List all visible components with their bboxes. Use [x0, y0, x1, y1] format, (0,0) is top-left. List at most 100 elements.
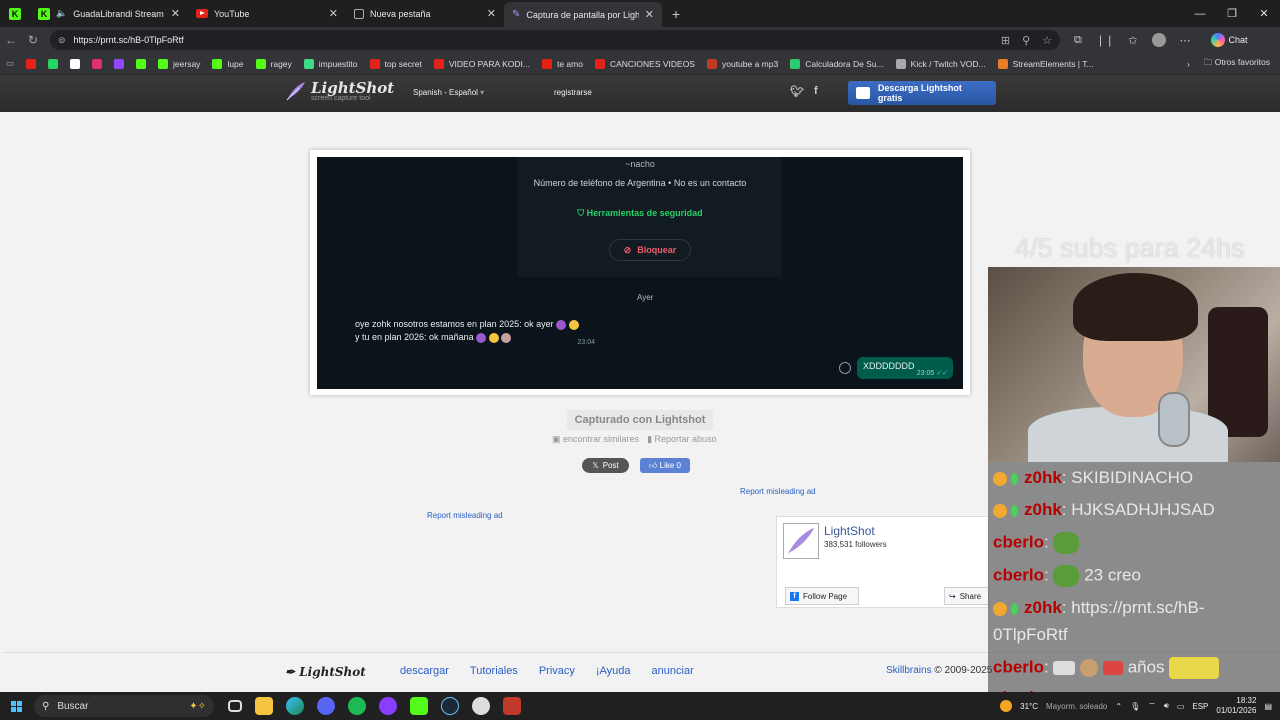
notifications-icon[interactable]: ▤: [1264, 702, 1272, 711]
footer-link-download[interactable]: descargar: [400, 665, 449, 677]
canva-icon[interactable]: [379, 697, 397, 715]
battery-icon[interactable]: ▭: [1177, 702, 1185, 711]
favorite-icon[interactable]: ☆: [1042, 34, 1052, 47]
bookmark-item[interactable]: impuestito: [298, 58, 364, 69]
lightshot-page-logo[interactable]: [783, 523, 819, 559]
microphone-icon[interactable]: 🎙︎: [1130, 702, 1140, 711]
report-abuse-link[interactable]: ▮ Reportar abuso: [647, 434, 717, 445]
temperature[interactable]: 31°C: [1020, 702, 1038, 711]
tab-new-tab[interactable]: Nueva pestaña ✕: [346, 0, 504, 27]
bookmark-favicon-icon: [212, 58, 223, 69]
bookmark-item[interactable]: jeersay: [152, 58, 206, 69]
bookmark-item[interactable]: lupe: [206, 58, 249, 69]
app-icon[interactable]: [503, 697, 521, 715]
bookmark-item[interactable]: [42, 58, 64, 69]
bookmark-item[interactable]: StreamElements | T...: [992, 58, 1100, 69]
steam-icon[interactable]: [441, 697, 459, 715]
bookmark-item[interactable]: youtube a mp3: [701, 58, 784, 69]
page-icon: [354, 8, 364, 19]
volume-icon[interactable]: 🔊︎: [1164, 701, 1169, 711]
bookmark-label: te amo: [556, 58, 583, 69]
chevron-right-icon[interactable]: ›: [1187, 59, 1190, 69]
close-icon[interactable]: ✕: [645, 8, 654, 21]
new-tab-button[interactable]: +: [662, 0, 690, 27]
bookmark-item[interactable]: [20, 58, 42, 69]
input-language[interactable]: ESP: [1192, 702, 1208, 711]
copilot-chat-button[interactable]: Chat: [1210, 33, 1248, 47]
site-info-icon[interactable]: ⊜: [58, 35, 66, 46]
file-explorer-icon[interactable]: [255, 697, 273, 715]
chevron-up-icon[interactable]: ⌃: [1115, 702, 1122, 711]
bookmark-item[interactable]: [86, 58, 108, 69]
facebook-icon[interactable]: f: [814, 85, 818, 98]
twitter-icon[interactable]: 🐦︎: [790, 85, 804, 98]
skillbrains-link[interactable]: Skillbrains: [886, 665, 932, 676]
facebook-like-button[interactable]: 👍︎ Like 0: [640, 458, 690, 473]
bookmark-item[interactable]: CANCIONES VIDEOS: [589, 58, 701, 69]
chat-username: z0hk: [1024, 500, 1062, 519]
chat-text: HJKSADHJHJSAD: [1071, 500, 1215, 519]
download-button[interactable]: Descarga Lightshot gratis: [848, 81, 996, 105]
captured-with-lightshot[interactable]: Capturado con Lightshot: [567, 410, 713, 430]
screenshot-image[interactable]: ~nacho Número de teléfono de Argentina •…: [317, 157, 963, 389]
mute-icon[interactable]: 🔈: [56, 8, 67, 19]
find-similar-link[interactable]: ▣ encontrar similares: [552, 434, 639, 445]
taskbar-search[interactable]: ⚲ Buscar ✦✧: [34, 695, 214, 717]
footer-link-help[interactable]: ¡Ayuda: [596, 665, 631, 677]
footer-link-tutorials[interactable]: Tutoriales: [470, 665, 518, 677]
back-icon[interactable]: ←: [0, 33, 22, 47]
register-link[interactable]: registrarse: [554, 88, 592, 97]
follow-page-button[interactable]: f Follow Page: [785, 587, 859, 605]
close-icon[interactable]: ✕: [329, 7, 338, 20]
tab-youtube[interactable]: YouTube ✕: [188, 0, 346, 27]
bookmark-item[interactable]: top secret: [364, 58, 428, 69]
report-ad-link[interactable]: Report misleading ad: [427, 511, 503, 520]
kick-app-icon[interactable]: [410, 697, 428, 715]
edge-icon[interactable]: [286, 697, 304, 715]
close-icon[interactable]: ✕: [487, 7, 496, 20]
apps-icon[interactable]: ⊞: [1001, 34, 1010, 47]
page-name[interactable]: LightShot: [824, 524, 875, 538]
minimize-icon[interactable]: —: [1184, 0, 1216, 27]
network-icon[interactable]: ⌔: [1148, 701, 1156, 711]
close-icon[interactable]: ✕: [171, 7, 180, 20]
url-field[interactable]: ⊜ https://prnt.sc/hB-0TlpFoRtf ⊞ ⚲ ☆: [50, 30, 1060, 50]
bookmark-item[interactable]: [130, 58, 152, 69]
more-icon[interactable]: ⋯: [1180, 34, 1191, 47]
extensions-icon[interactable]: ⧉: [1074, 34, 1082, 47]
bookmark-item[interactable]: [108, 58, 130, 69]
restore-icon[interactable]: ❐: [1216, 0, 1248, 27]
share-button[interactable]: ↪ Share: [944, 587, 989, 605]
toolbar-icons: ⧉ ❘❘ ✩ ⋯ Chat: [1074, 33, 1248, 47]
other-favorites[interactable]: 🗀 Otros favoritos: [1204, 57, 1270, 71]
lightshot-logo[interactable]: LightShot screen capture tool: [285, 80, 394, 102]
tab-lightshot[interactable]: ✎ Captura de pantalla por Lightshot ✕: [504, 2, 662, 27]
footer-link-privacy[interactable]: Privacy: [539, 665, 575, 677]
close-window-icon[interactable]: ✕: [1248, 0, 1280, 27]
bookmark-item[interactable]: Kick / Twitch VOD...: [890, 58, 992, 69]
footer-link-advertise[interactable]: anunciar: [652, 665, 694, 677]
report-ad-link[interactable]: Report misleading ad: [740, 487, 816, 496]
discord-icon[interactable]: [317, 697, 335, 715]
bookmark-item[interactable]: VIDEO PARA KODI...: [428, 58, 536, 69]
roblox-icon[interactable]: [472, 697, 490, 715]
bookmark-item[interactable]: te amo: [536, 58, 589, 69]
start-button[interactable]: [0, 700, 32, 712]
sidebar-toggle-icon[interactable]: ▭: [0, 58, 20, 69]
bookmark-item[interactable]: [64, 58, 86, 69]
profile-avatar-icon[interactable]: [1151, 33, 1166, 47]
zoom-icon[interactable]: ⚲: [1022, 34, 1030, 47]
language-selector[interactable]: Spanish - Español ▾: [413, 88, 484, 97]
task-view-icon[interactable]: [228, 700, 242, 712]
bookmark-item[interactable]: ragey: [250, 58, 298, 69]
spotify-icon[interactable]: [348, 697, 366, 715]
favorites-icon[interactable]: ✩: [1128, 34, 1137, 47]
refresh-icon[interactable]: ↻: [22, 33, 44, 47]
x-post-button[interactable]: 𝕏 Post: [582, 458, 629, 473]
kick-pinned-tab[interactable]: K: [0, 0, 30, 27]
clock[interactable]: 18:32 01/01/2026: [1216, 696, 1256, 716]
split-screen-icon[interactable]: ❘❘: [1096, 34, 1114, 47]
tab-kick-stream[interactable]: K 🔈 GuadaLibrandi Stream - Watc ✕: [30, 0, 188, 27]
footer-logo[interactable]: ✒ LightShot: [285, 665, 366, 679]
bookmark-item[interactable]: Calculadora De Su...: [784, 58, 889, 69]
